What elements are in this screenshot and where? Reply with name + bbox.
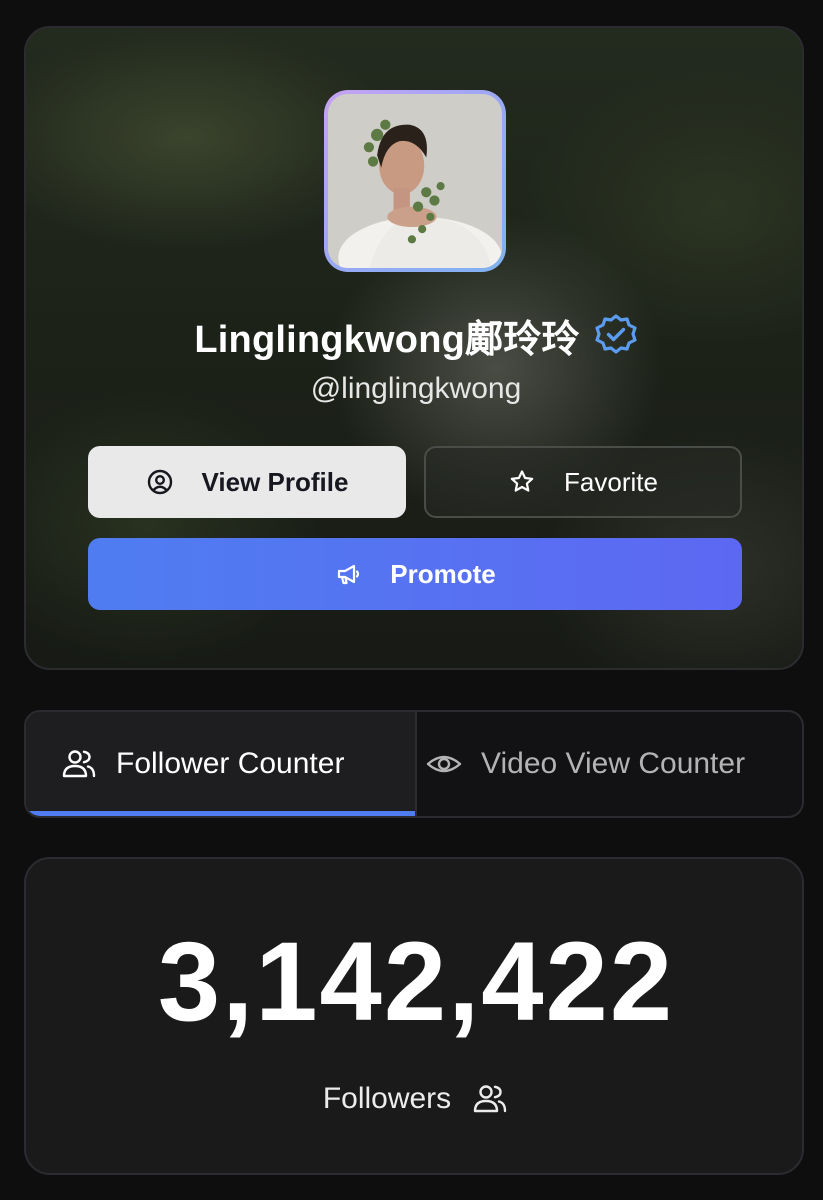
active-tab-indicator	[26, 811, 415, 816]
promote-label: Promote	[390, 558, 496, 589]
favorite-button[interactable]: Favorite	[424, 446, 742, 518]
users-icon	[62, 750, 96, 778]
tab-follower-counter-label: Follower Counter	[116, 747, 345, 780]
counter-tabs: Follower Counter Video View Counter	[24, 710, 804, 818]
display-name: Linglingkwong鄺玲玲	[194, 318, 580, 361]
view-profile-button[interactable]: View Profile	[88, 446, 406, 518]
profile-name-row: Linglingkwong鄺玲玲	[26, 308, 802, 362]
user-circle-icon	[147, 469, 172, 495]
follower-count-label-row: Followers	[26, 1077, 806, 1121]
avatar[interactable]	[324, 90, 506, 272]
follower-count-label: Followers	[322, 1082, 452, 1115]
follower-count: 3,142,422	[157, 919, 675, 1044]
tab-follower-counter[interactable]: Follower Counter	[26, 712, 417, 816]
profile-card: Linglingkwong鄺玲玲 @linglingkwong View Pro…	[24, 26, 804, 670]
tab-video-view-counter-label: Video View Counter	[481, 747, 746, 780]
follower-counter-card: 3,142,422 Followers	[24, 857, 804, 1175]
profile-handle: @linglingkwong	[310, 372, 522, 405]
eye-icon	[426, 755, 462, 773]
view-profile-label: View Profile	[201, 466, 349, 497]
star-icon	[510, 470, 534, 492]
megaphone-icon	[338, 564, 360, 585]
tab-video-view-counter[interactable]: Video View Counter	[417, 712, 802, 816]
avatar-image	[328, 94, 502, 268]
verified-badge-icon	[594, 313, 638, 357]
users-icon	[473, 1085, 507, 1113]
promote-button[interactable]: Promote	[88, 538, 742, 610]
favorite-label: Favorite	[564, 466, 658, 497]
